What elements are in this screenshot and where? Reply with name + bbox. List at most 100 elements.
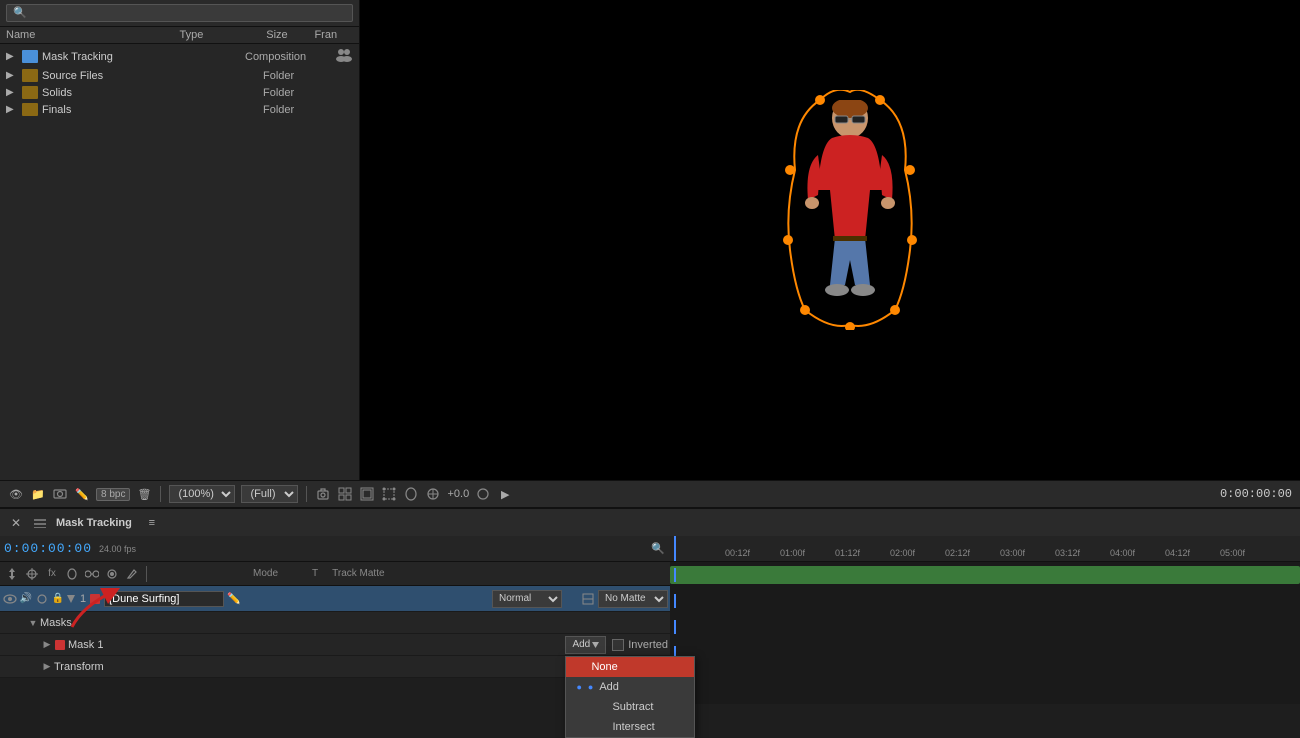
current-time-display[interactable]: 0:00:00:00 xyxy=(4,541,92,556)
safe-zone-icon[interactable] xyxy=(359,486,375,502)
mask-view-icon[interactable] xyxy=(403,486,419,502)
inverted-label: Inverted xyxy=(628,639,668,651)
zoom-select[interactable]: (100%) (50%) (200%) xyxy=(169,485,235,503)
item-name: Finals xyxy=(42,104,263,116)
dropdown-item-intersect[interactable]: Intersect xyxy=(566,717,694,737)
item-name: Solids xyxy=(42,87,263,99)
tool-solo-icon[interactable] xyxy=(104,566,120,582)
tool-fx-icon[interactable]: fx xyxy=(44,566,60,582)
toolbar-trash-icon[interactable]: 🗑 xyxy=(136,486,152,502)
col-t-header: T xyxy=(312,568,318,579)
project-search-bar[interactable] xyxy=(0,0,359,27)
selected-dot-icon: ● xyxy=(588,682,593,692)
layer-number: 1 xyxy=(80,593,86,605)
snapshot-icon[interactable] xyxy=(315,486,331,502)
col-header-type: Type xyxy=(180,29,267,41)
record-icon[interactable] xyxy=(475,486,491,502)
toolbar-pen-icon[interactable]: ✏️ xyxy=(74,486,90,502)
mask-mode-dropdown: None ● Add Subtract Intersect xyxy=(565,656,695,738)
project-panel: Name Type Size Fran ▶ Mask Tracking Comp… xyxy=(0,0,360,480)
masks-group-row: ▼ Masks xyxy=(0,612,670,634)
dropdown-item-subtract[interactable]: Subtract xyxy=(566,697,694,717)
mask1-expand-arrow[interactable]: ▶ xyxy=(42,640,52,650)
quality-select[interactable]: (Full) (Half) xyxy=(241,485,298,503)
motion-blur-icon[interactable] xyxy=(425,486,441,502)
list-item[interactable]: ▶ Source Files Folder xyxy=(0,67,359,84)
separator xyxy=(306,486,307,502)
track-matte-icon xyxy=(582,592,596,606)
list-item[interactable]: ▶ Solids Folder xyxy=(0,84,359,101)
transform-icon[interactable] xyxy=(381,486,397,502)
mask1-row: ▶ Mask 1 Add None ● Add xyxy=(0,634,670,656)
lock-toggle[interactable]: 🔒 xyxy=(51,592,65,606)
timecode-display: 0:00:00:00 xyxy=(1220,487,1292,501)
timeline-list-icon[interactable] xyxy=(32,515,48,531)
col-header-fran: Fran xyxy=(314,29,353,41)
masks-expand-arrow[interactable]: ▼ xyxy=(28,618,38,628)
plus-value: +0.0 xyxy=(447,488,469,500)
mask-mode-button[interactable]: Add xyxy=(565,636,606,654)
tool-mask-icon[interactable] xyxy=(64,566,80,582)
timeline-search-icon[interactable]: 🔍 xyxy=(650,541,666,557)
comp-people-icon xyxy=(335,48,353,65)
tool-paint-icon[interactable] xyxy=(124,566,140,582)
ruler-mark: 04:00f xyxy=(1110,548,1135,558)
list-item[interactable]: ▶ Finals Folder xyxy=(0,101,359,118)
grid-icon[interactable] xyxy=(337,486,353,502)
play-icon[interactable]: ▶ xyxy=(497,486,513,502)
project-search-input[interactable] xyxy=(6,4,353,22)
bpc-badge: 8 bpc xyxy=(96,488,130,501)
layer-name-input[interactable] xyxy=(104,591,224,607)
dropdown-label-add: Add xyxy=(599,681,619,693)
transform-label: Transform xyxy=(54,661,104,673)
timeline-tools-row: fx Mode T Track Matte xyxy=(0,562,670,586)
solo-toggle[interactable] xyxy=(35,592,49,606)
audio-toggle[interactable]: 🔊 xyxy=(19,592,33,606)
dropdown-label-intersect: Intersect xyxy=(612,721,654,733)
timeline-menu-icon[interactable]: ≡ xyxy=(144,515,160,531)
inverted-container: Inverted xyxy=(612,639,668,651)
timeline-section: ✕ Mask Tracking ≡ 0:00:00:00 24.00 fps 🔍 xyxy=(0,508,1300,704)
visibility-toggle[interactable] xyxy=(3,592,17,606)
project-column-headers: Name Type Size Fran xyxy=(0,27,359,44)
track-row-masks xyxy=(670,588,1300,614)
tool-anchor-icon[interactable] xyxy=(24,566,40,582)
collapse-arrow[interactable] xyxy=(66,595,76,603)
dropdown-item-add[interactable]: ● Add xyxy=(566,677,694,697)
track-matte-select[interactable]: No Matte Alpha Matte xyxy=(598,590,668,608)
tool-move-icon[interactable] xyxy=(4,566,20,582)
inverted-checkbox[interactable] xyxy=(612,639,624,651)
track-row-layer1 xyxy=(670,562,1300,588)
toolbar-camera-icon[interactable] xyxy=(52,486,68,502)
fps-display: 24.00 fps xyxy=(99,544,136,554)
ruler-mark: 05:00f xyxy=(1220,548,1245,558)
toolbar-eye-icon[interactable]: 👁 xyxy=(8,486,24,502)
timeline-ruler: 00:12f 01:00f 01:12f 02:00f 02:12f 03:00… xyxy=(670,536,1300,562)
masks-label: Masks xyxy=(40,617,72,629)
col-track-header: Track Matte xyxy=(332,568,384,579)
transform-expand-arrow[interactable]: ▶ xyxy=(42,662,52,672)
layer-color-swatch xyxy=(90,594,100,604)
ruler-mark: 04:12f xyxy=(1165,548,1190,558)
layer-edit-icon[interactable]: ✏️ xyxy=(226,591,242,607)
mode-select[interactable]: Normal Add Multiply xyxy=(492,590,562,608)
dropdown-item-none[interactable]: None xyxy=(566,657,694,677)
item-type: Folder xyxy=(263,104,353,116)
project-items-list: ▶ Mask Tracking Composition ▶ Source Fil… xyxy=(0,44,359,480)
preview-content xyxy=(360,0,1300,480)
col-header-name: Name xyxy=(6,29,180,41)
item-name: Mask Tracking xyxy=(42,51,245,63)
tool-track-icon[interactable] xyxy=(84,566,100,582)
layer-row[interactable]: 🔊 🔒 1 ✏️ Normal Add xyxy=(0,586,670,612)
toolbar-folder-icon[interactable]: 📁 xyxy=(30,486,46,502)
track-row-transform xyxy=(670,640,1300,666)
item-type: Composition xyxy=(245,51,335,63)
layer-controls-row: 0:00:00:00 24.00 fps 🔍 xyxy=(0,536,670,562)
ruler-mark: 03:12f xyxy=(1055,548,1080,558)
ruler-mark: 03:00f xyxy=(1000,548,1025,558)
timeline-close-icon[interactable]: ✕ xyxy=(8,515,24,531)
expand-icon: ▶ xyxy=(6,104,20,115)
playhead[interactable] xyxy=(674,536,676,561)
expand-icon: ▶ xyxy=(6,70,20,81)
list-item[interactable]: ▶ Mask Tracking Composition xyxy=(0,46,359,67)
